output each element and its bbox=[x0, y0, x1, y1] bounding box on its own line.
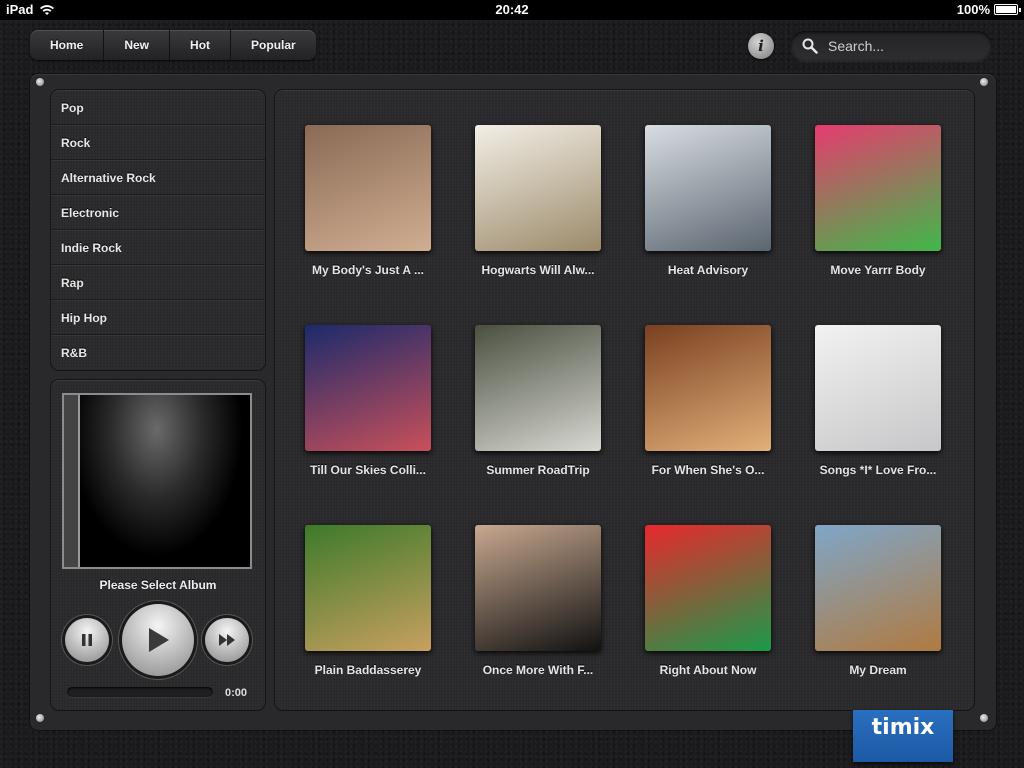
album-title: For When She's O... bbox=[651, 463, 765, 477]
album-cover[interactable] bbox=[475, 325, 601, 451]
genre-item-rap[interactable]: Rap bbox=[51, 265, 265, 300]
status-bar: iPad 20:42 100% bbox=[0, 0, 1024, 20]
battery-fill bbox=[996, 6, 1016, 13]
screw-icon bbox=[36, 78, 44, 86]
genre-item-electronic[interactable]: Electronic bbox=[51, 195, 265, 230]
screw-icon bbox=[36, 714, 44, 722]
fast-forward-icon bbox=[219, 634, 235, 646]
album-item[interactable]: My Body's Just A ... bbox=[283, 125, 453, 277]
album-title: Move Yarrr Body bbox=[830, 263, 926, 277]
genre-item-rock[interactable]: Rock bbox=[51, 125, 265, 160]
cd-case-placeholder bbox=[62, 393, 252, 569]
elapsed-time: 0:00 bbox=[225, 687, 248, 699]
album-cover[interactable] bbox=[645, 525, 771, 651]
search-box[interactable] bbox=[790, 31, 992, 61]
album-cover[interactable] bbox=[475, 125, 601, 251]
album-title: Heat Advisory bbox=[667, 263, 749, 277]
album-title: Plain Baddasserey bbox=[314, 663, 422, 677]
play-icon bbox=[149, 628, 169, 652]
album-title: Till Our Skies Colli... bbox=[310, 463, 426, 477]
pause-button[interactable] bbox=[65, 618, 109, 662]
album-item[interactable]: Songs *I* Love Fro... bbox=[793, 325, 963, 477]
album-item[interactable]: Hogwarts Will Alw... bbox=[453, 125, 623, 277]
screw-icon bbox=[980, 714, 988, 722]
album-title: My Dream bbox=[849, 663, 907, 677]
search-icon bbox=[802, 38, 818, 54]
album-title: Once More With F... bbox=[482, 663, 594, 677]
genre-item-indie-rock[interactable]: Indie Rock bbox=[51, 230, 265, 265]
album-cover[interactable] bbox=[305, 125, 431, 251]
clock: 20:42 bbox=[495, 2, 529, 17]
album-cover[interactable] bbox=[815, 325, 941, 451]
album-cover[interactable] bbox=[815, 125, 941, 251]
album-cover[interactable] bbox=[645, 125, 771, 251]
nav-hot[interactable]: Hot bbox=[170, 30, 232, 60]
album-item[interactable]: Summer RoadTrip bbox=[453, 325, 623, 477]
fast-forward-button[interactable] bbox=[205, 618, 249, 662]
pause-icon bbox=[82, 634, 92, 646]
album-grid: My Body's Just A ... Hogwarts Will Alw...… bbox=[275, 90, 974, 710]
album-title: Songs *I* Love Fro... bbox=[819, 463, 937, 477]
progress-bar[interactable] bbox=[67, 687, 213, 697]
album-cover[interactable] bbox=[305, 325, 431, 451]
play-button[interactable] bbox=[122, 604, 194, 676]
nav-home[interactable]: Home bbox=[30, 30, 105, 60]
top-nav: Home New Hot Popular bbox=[30, 30, 316, 60]
now-playing-label: Please Select Album bbox=[99, 578, 217, 592]
album-item[interactable]: Till Our Skies Colli... bbox=[283, 325, 453, 477]
logo-text: timix bbox=[871, 715, 935, 740]
nav-popular[interactable]: Popular bbox=[231, 30, 316, 60]
genre-list: Pop Rock Alternative Rock Electronic Ind… bbox=[51, 90, 265, 370]
info-button[interactable]: i bbox=[748, 33, 774, 59]
album-title: Summer RoadTrip bbox=[486, 463, 590, 477]
album-title: Hogwarts Will Alw... bbox=[481, 263, 595, 277]
genre-item-hip-hop[interactable]: Hip Hop bbox=[51, 300, 265, 335]
album-item[interactable]: My Dream bbox=[793, 525, 963, 677]
album-item[interactable]: Once More With F... bbox=[453, 525, 623, 677]
album-item[interactable]: Move Yarrr Body bbox=[793, 125, 963, 277]
album-title: Right About Now bbox=[659, 663, 757, 677]
album-item[interactable]: For When She's O... bbox=[623, 325, 793, 477]
battery-icon bbox=[994, 4, 1021, 15]
genre-item-rnb[interactable]: R&B bbox=[51, 335, 265, 370]
album-cover[interactable] bbox=[475, 525, 601, 651]
album-cover[interactable] bbox=[305, 525, 431, 651]
album-item[interactable]: Right About Now bbox=[623, 525, 793, 677]
genre-item-pop[interactable]: Pop bbox=[51, 90, 265, 125]
genre-item-alternative-rock[interactable]: Alternative Rock bbox=[51, 160, 265, 195]
album-item[interactable]: Plain Baddasserey bbox=[283, 525, 453, 677]
album-art-placeholder bbox=[80, 395, 250, 567]
timix-logo: timix bbox=[853, 710, 953, 762]
search-input[interactable] bbox=[828, 38, 978, 54]
player-panel: Please Select Album 0:00 bbox=[51, 380, 265, 710]
album-cover[interactable] bbox=[815, 525, 941, 651]
battery-percent: 100% bbox=[956, 2, 990, 17]
nav-new[interactable]: New bbox=[104, 30, 171, 60]
info-icon: i bbox=[758, 37, 764, 55]
album-title: My Body's Just A ... bbox=[312, 263, 424, 277]
album-cover[interactable] bbox=[645, 325, 771, 451]
album-item[interactable]: Heat Advisory bbox=[623, 125, 793, 277]
screw-icon bbox=[980, 78, 988, 86]
